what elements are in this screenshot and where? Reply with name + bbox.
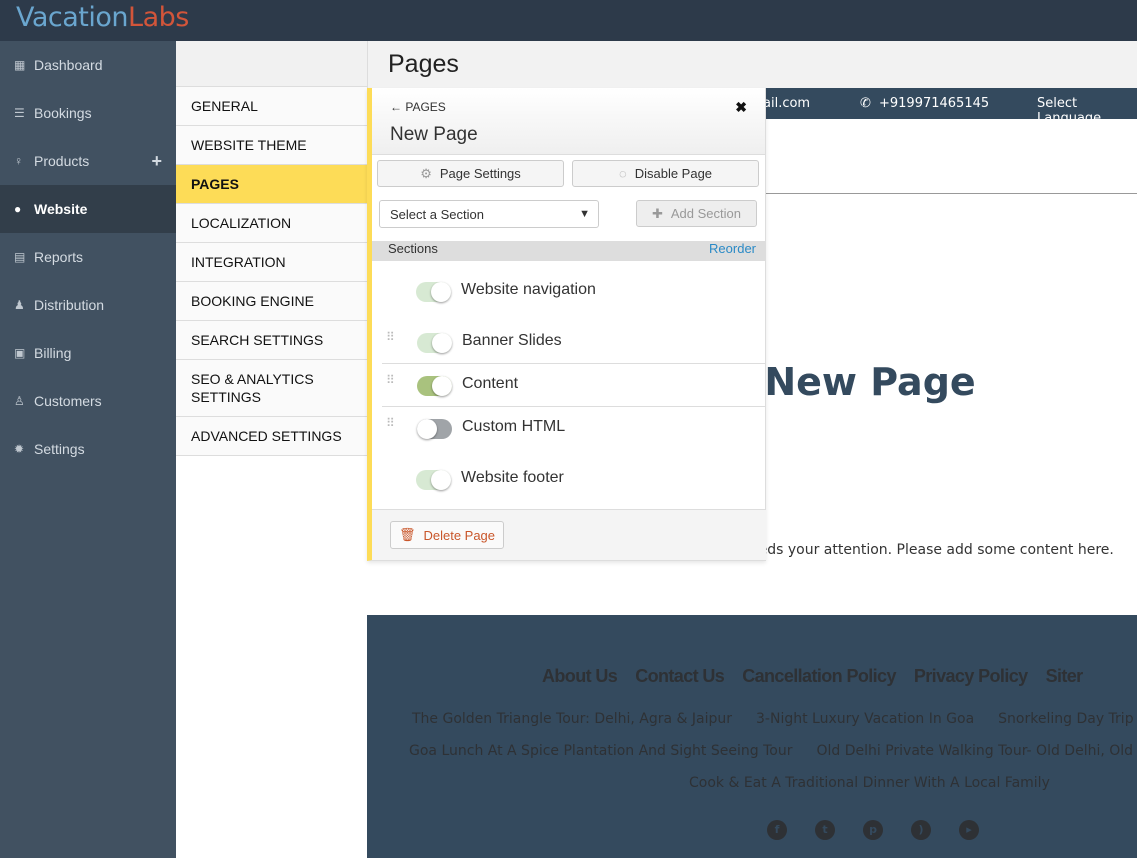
sidebar-item-customers[interactable]: ♙ Customers — [0, 377, 176, 425]
sidebar-item-distribution[interactable]: ♟ Distribution — [0, 281, 176, 329]
gears-icon: ⚙ — [420, 165, 432, 181]
page-header: Pages — [367, 41, 1137, 88]
tour-link[interactable]: Goa Lunch At A Spice Plantation And Sigh… — [409, 743, 792, 759]
subnav-localization[interactable]: LOCALIZATION — [176, 204, 367, 243]
page-title: Pages — [388, 50, 459, 78]
calendar-icon: ▦ — [14, 58, 26, 72]
add-section-button[interactable]: ✚ Add Section — [636, 200, 757, 227]
section-toggle[interactable] — [416, 470, 451, 490]
drag-handle-icon[interactable]: ⠿ — [386, 374, 396, 386]
subnav-general[interactable]: GENERAL — [176, 87, 367, 126]
disable-page-button[interactable]: ◌ Disable Page — [572, 160, 759, 187]
delete-page-button[interactable]: 🗑 Delete Page — [390, 521, 504, 549]
page-settings-button[interactable]: ⚙ Page Settings — [377, 160, 564, 187]
preview-notice: eeds your attention. Please add some con… — [750, 542, 1114, 558]
sidebar-item-reports[interactable]: ▤ Reports — [0, 233, 176, 281]
reorder-link[interactable]: Reorder — [709, 241, 756, 256]
close-icon[interactable]: ✖ — [735, 99, 747, 116]
social-links: f t p ) ▸ — [767, 820, 979, 840]
tour-link[interactable]: 3-Night Luxury Vacation In Goa — [756, 711, 974, 727]
footer-link[interactable]: About Us — [542, 666, 618, 687]
sidebar-item-website[interactable]: ● Website — [0, 185, 176, 233]
back-to-pages-link[interactable]: ← PAGES — [390, 100, 446, 114]
chevron-down-icon: ▼ — [579, 208, 590, 220]
report-icon: ▤ — [14, 250, 26, 264]
plus-icon: ✚ — [651, 205, 663, 221]
subnav-search-settings[interactable]: SEARCH SETTINGS — [176, 321, 367, 360]
subnav-booking-engine[interactable]: BOOKING ENGINE — [176, 282, 367, 321]
section-select[interactable]: Select a Section ▼ — [379, 200, 599, 228]
subnav-advanced-settings[interactable]: ADVANCED SETTINGS — [176, 417, 367, 456]
website-subnav: GENERAL WEBSITE THEME PAGES LOCALIZATION… — [176, 41, 367, 858]
users-icon: ♟ — [14, 298, 25, 312]
sidebar-item-bookings[interactable]: ☰ Bookings — [0, 89, 176, 137]
sidebar: ▦ Dashboard ☰ Bookings ♀ Products + ● Website… — [0, 41, 176, 858]
footer-link[interactable]: Contact Us — [635, 666, 725, 687]
drag-handle-icon[interactable]: ⠿ — [386, 331, 396, 343]
section-toggle[interactable] — [416, 282, 451, 302]
gear-icon: ✹ — [14, 442, 25, 456]
globe-icon: ● — [14, 202, 22, 216]
sidebar-item-dashboard[interactable]: ▦ Dashboard — [0, 41, 176, 89]
section-toggle[interactable] — [417, 376, 452, 396]
trash-icon: 🗑 — [398, 527, 416, 542]
footer-link[interactable]: Privacy Policy — [914, 666, 1028, 687]
top-bar: VacationLabs — [0, 0, 1137, 41]
vacationlabs-logo[interactable]: VacationLabs — [16, 2, 189, 33]
preview-footer: About Us Contact Us Cancellation Policy … — [367, 615, 1137, 858]
subnav-website-theme[interactable]: WEBSITE THEME — [176, 126, 367, 165]
preview-email[interactable]: ail.com — [763, 96, 810, 111]
section-toggle[interactable] — [417, 333, 452, 353]
rss-icon[interactable]: ) — [911, 820, 931, 840]
add-product-button[interactable]: + — [151, 151, 162, 172]
eye-slash-icon: ◌ — [618, 166, 627, 181]
tour-link[interactable]: Snorkeling Day Trip — [998, 711, 1133, 727]
subnav-integration[interactable]: INTEGRATION — [176, 243, 367, 282]
sidebar-item-products[interactable]: ♀ Products + — [0, 137, 176, 185]
lightbulb-icon: ♀ — [14, 154, 23, 168]
drag-handle-icon[interactable]: ⠿ — [386, 417, 396, 429]
sidebar-item-settings[interactable]: ✹ Settings — [0, 425, 176, 473]
tour-links-row: Cook & Eat A Traditional Dinner With A L… — [689, 775, 1050, 791]
panel-title: New Page — [390, 124, 478, 145]
section-toggle[interactable] — [417, 419, 452, 439]
preview-phone[interactable]: +919971465145 — [879, 96, 989, 111]
footer-links: About Us Contact Us Cancellation Policy … — [542, 666, 1083, 687]
tour-link[interactable]: The Golden Triangle Tour: Delhi, Agra & … — [412, 711, 732, 727]
user-icon: ♙ — [14, 394, 25, 408]
tour-links-row: The Golden Triangle Tour: Delhi, Agra & … — [412, 711, 1134, 727]
youtube-icon[interactable]: ▸ — [959, 820, 979, 840]
subnav-seo-analytics[interactable]: SEO & ANALYTICS SETTINGS — [176, 360, 367, 417]
twitter-icon[interactable]: t — [815, 820, 835, 840]
footer-link[interactable]: Cancellation Policy — [742, 666, 896, 687]
language-select[interactable]: Select Language — [1037, 96, 1137, 126]
phone-icon: ✆ — [860, 96, 871, 111]
footer-link[interactable]: Siter — [1046, 666, 1084, 687]
subnav-pages[interactable]: PAGES — [176, 165, 367, 204]
pinterest-icon[interactable]: p — [863, 820, 883, 840]
sidebar-item-billing[interactable]: ▣ Billing — [0, 329, 176, 377]
list-icon: ☰ — [14, 106, 25, 120]
facebook-icon[interactable]: f — [767, 820, 787, 840]
money-icon: ▣ — [14, 346, 26, 360]
tour-link[interactable]: Old Delhi Private Walking Tour- Old Delh… — [816, 743, 1133, 759]
page-editor-panel: ← PAGES New Page ✖ ⚙ Page Settings ◌ Disab… — [367, 88, 766, 561]
tour-links-row: Goa Lunch At A Spice Plantation And Sigh… — [409, 743, 1133, 759]
tour-link[interactable]: Cook & Eat A Traditional Dinner With A L… — [689, 775, 1050, 791]
sections-header: Sections Reorder — [372, 241, 766, 261]
